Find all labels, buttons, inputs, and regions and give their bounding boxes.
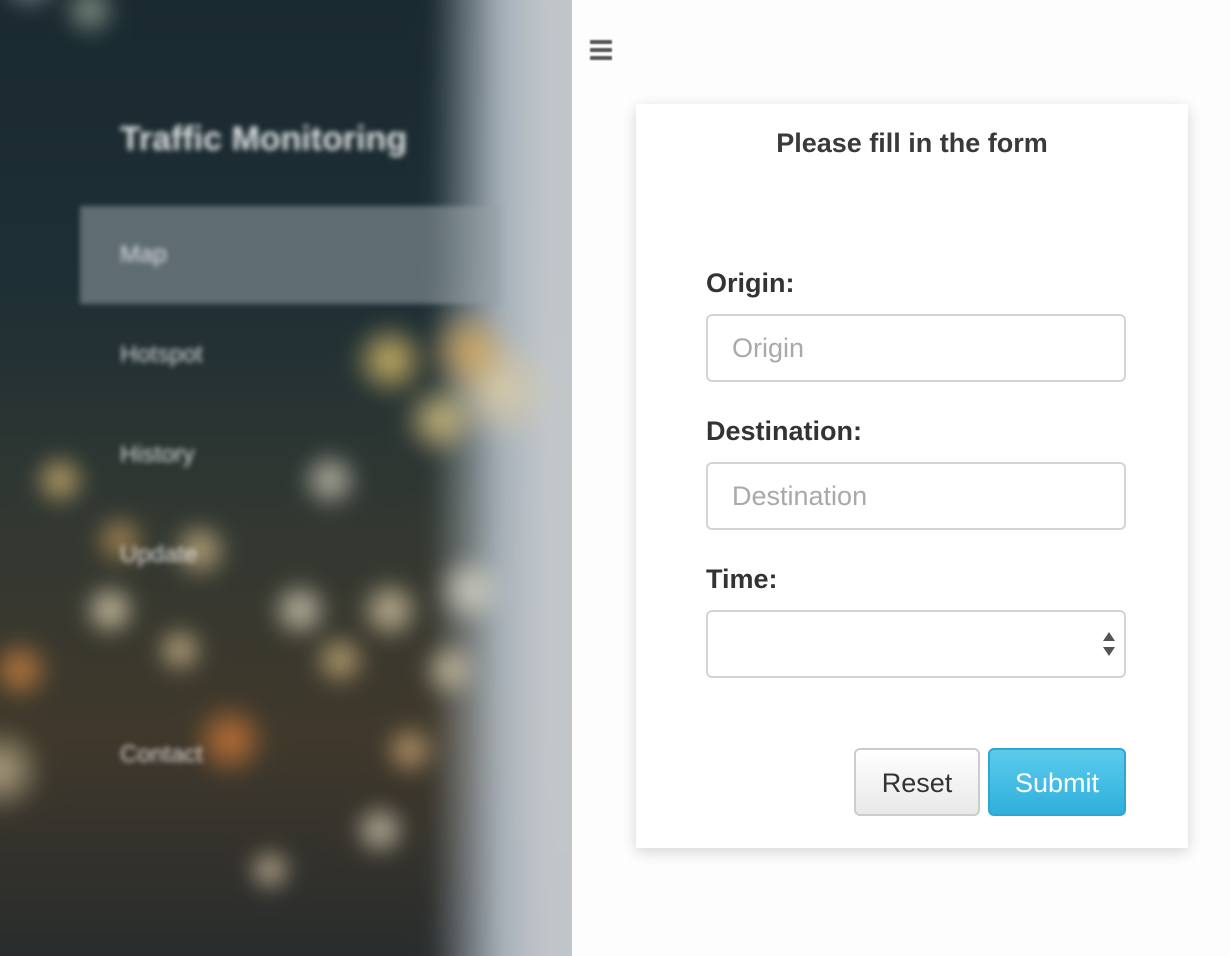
sidebar-item-contact[interactable]: Contact [80,706,500,804]
destination-input[interactable] [706,462,1126,530]
sidebar-item-label: History [120,441,195,468]
origin-label: Origin: [706,268,795,298]
sidebar-item-map[interactable]: Map [80,206,500,304]
sidebar-brand: Traffic Monitoring [120,120,408,158]
time-select[interactable] [706,610,1126,678]
route-form-card: Please fill in the form Origin: Destinat… [636,104,1188,848]
sidebar-item-label: Map [120,241,167,268]
submit-button[interactable]: Submit [988,748,1126,816]
hamburger-bar [590,40,612,44]
sidebar-content: Traffic Monitoring Map Hotspot History U… [0,0,572,956]
sidebar-item-label: Update [120,541,198,568]
sidebar-item-label: Hotspot [120,341,203,368]
app-root: Traffic Monitoring Map Hotspot History U… [0,0,1230,956]
sidebar: Traffic Monitoring Map Hotspot History U… [0,0,572,956]
sidebar-item-hotspot[interactable]: Hotspot [80,306,500,404]
hamburger-menu-icon[interactable] [587,36,617,66]
sidebar-item-history[interactable]: History [80,406,500,504]
form-title: Please fill in the form [776,128,1048,158]
hamburger-bar [590,56,612,60]
time-label: Time: [706,564,778,594]
sidebar-item-label: Contact [120,741,203,768]
origin-input[interactable] [706,314,1126,382]
select-arrows-icon [1103,632,1115,656]
destination-label: Destination: [706,416,863,446]
hamburger-bar [590,48,612,52]
reset-button[interactable]: Reset [854,748,980,816]
sidebar-item-update[interactable]: Update [80,506,500,604]
